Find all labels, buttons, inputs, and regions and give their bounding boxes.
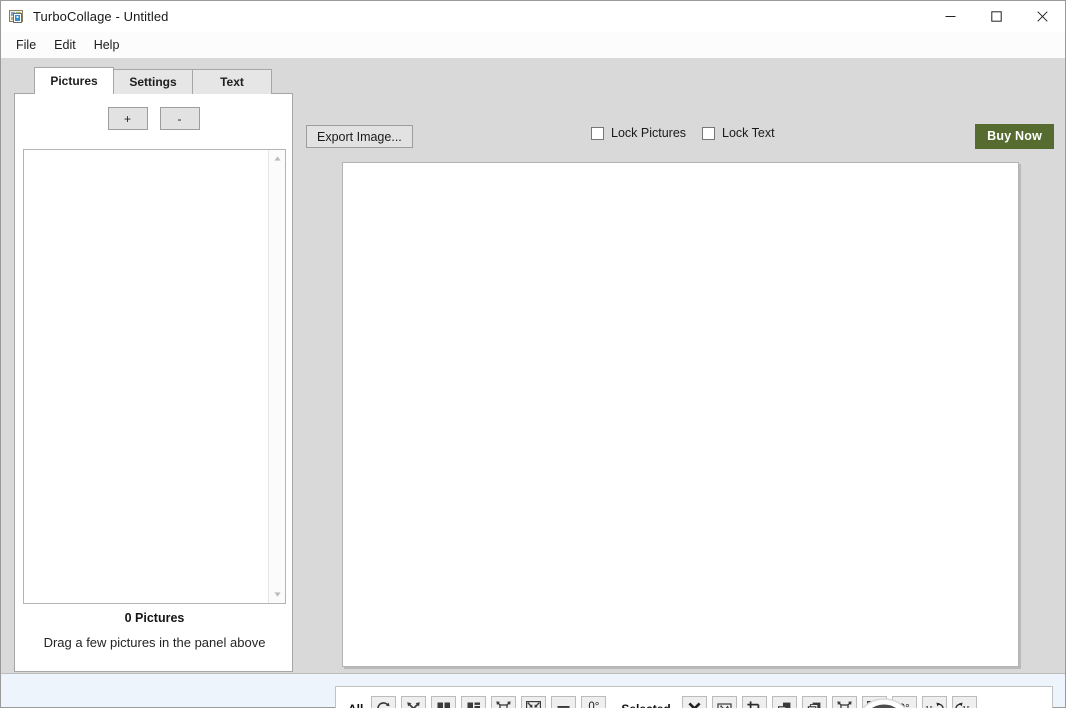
equalize-icon[interactable] [551, 696, 576, 708]
rotation-zero-selected-label: 0° [899, 703, 910, 708]
pictures-tab-panel: + - 0 Pictures Dr [14, 93, 293, 672]
main-area: Pictures Settings Text + - [1, 58, 1065, 673]
all-group-label: All [348, 702, 363, 708]
scroll-up-arrow[interactable] [269, 150, 286, 167]
collage-app-icon [9, 9, 25, 25]
picture-list[interactable] [24, 150, 268, 603]
drag-hint-label: Drag a few pictures in the panel above [15, 635, 294, 650]
delete-icon[interactable] [682, 696, 707, 708]
picture-list-scrollbar[interactable] [268, 150, 285, 603]
close-button[interactable] [1019, 1, 1065, 32]
expand-all-icon[interactable] [491, 696, 516, 708]
lock-pictures-label: Lock Pictures [611, 126, 686, 140]
replace-image-icon[interactable] [712, 696, 737, 708]
menu-help[interactable]: Help [85, 35, 129, 55]
left-panel: Pictures Settings Text + - [14, 67, 293, 672]
window-controls [927, 1, 1065, 32]
tab-pictures[interactable]: Pictures [34, 67, 114, 94]
menu-bar: File Edit Help [1, 32, 1065, 58]
randomize-icon[interactable] [401, 696, 426, 708]
send-backward-icon[interactable] [802, 696, 827, 708]
rotation-zero-label: 0° [587, 701, 600, 708]
export-image-button[interactable]: Export Image... [306, 125, 413, 148]
lock-pictures-box[interactable] [591, 127, 604, 140]
grid-mosaic-icon[interactable] [461, 696, 486, 708]
add-picture-button[interactable]: + [108, 107, 148, 130]
tab-settings[interactable]: Settings [113, 69, 193, 94]
collage-canvas[interactable] [342, 162, 1019, 667]
tab-strip: Pictures Settings Text [14, 67, 293, 94]
rotation-zero-selected-icon[interactable]: 0° [892, 696, 917, 708]
shrink-selected-icon[interactable] [862, 696, 887, 708]
buy-now-button[interactable]: Buy Now [975, 124, 1054, 149]
rotation-zero-icon[interactable]: 0° [581, 696, 606, 708]
menu-file[interactable]: File [7, 35, 45, 55]
window-title: TurboCollage - Untitled [33, 9, 169, 24]
crop-icon[interactable] [742, 696, 767, 708]
lock-pictures-checkbox[interactable]: Lock Pictures [591, 126, 686, 140]
lock-options-group: Lock Pictures Lock Text [591, 126, 775, 140]
scrollbar-track[interactable] [269, 167, 286, 586]
minimize-button[interactable] [927, 1, 973, 32]
add-remove-group: + - [15, 107, 292, 130]
scroll-down-arrow[interactable] [269, 586, 286, 603]
bottom-toolbar: All [335, 686, 1053, 708]
shrink-all-icon[interactable] [521, 696, 546, 708]
turbocollage-window: TurboCollage - Untitled File Edit Help P… [0, 0, 1066, 708]
grid-equal-icon[interactable] [431, 696, 456, 708]
rotate-cw-icon[interactable]: 1° [922, 696, 947, 708]
remove-picture-button[interactable]: - [160, 107, 200, 130]
maximize-button[interactable] [973, 1, 1019, 32]
tab-text[interactable]: Text [192, 69, 272, 94]
expand-selected-icon[interactable] [832, 696, 857, 708]
menu-edit[interactable]: Edit [45, 35, 85, 55]
picture-list-container [23, 149, 286, 604]
lock-text-box[interactable] [702, 127, 715, 140]
shuffle-layout-icon[interactable] [371, 696, 396, 708]
rotate-ccw-icon[interactable]: 1° [952, 696, 977, 708]
picture-count-label: 0 Pictures [15, 611, 294, 625]
selected-group-label: Selected [621, 702, 670, 708]
lock-text-checkbox[interactable]: Lock Text [702, 126, 775, 140]
title-bar: TurboCollage - Untitled [1, 1, 1065, 32]
bring-forward-icon[interactable] [772, 696, 797, 708]
lock-text-label: Lock Text [722, 126, 775, 140]
